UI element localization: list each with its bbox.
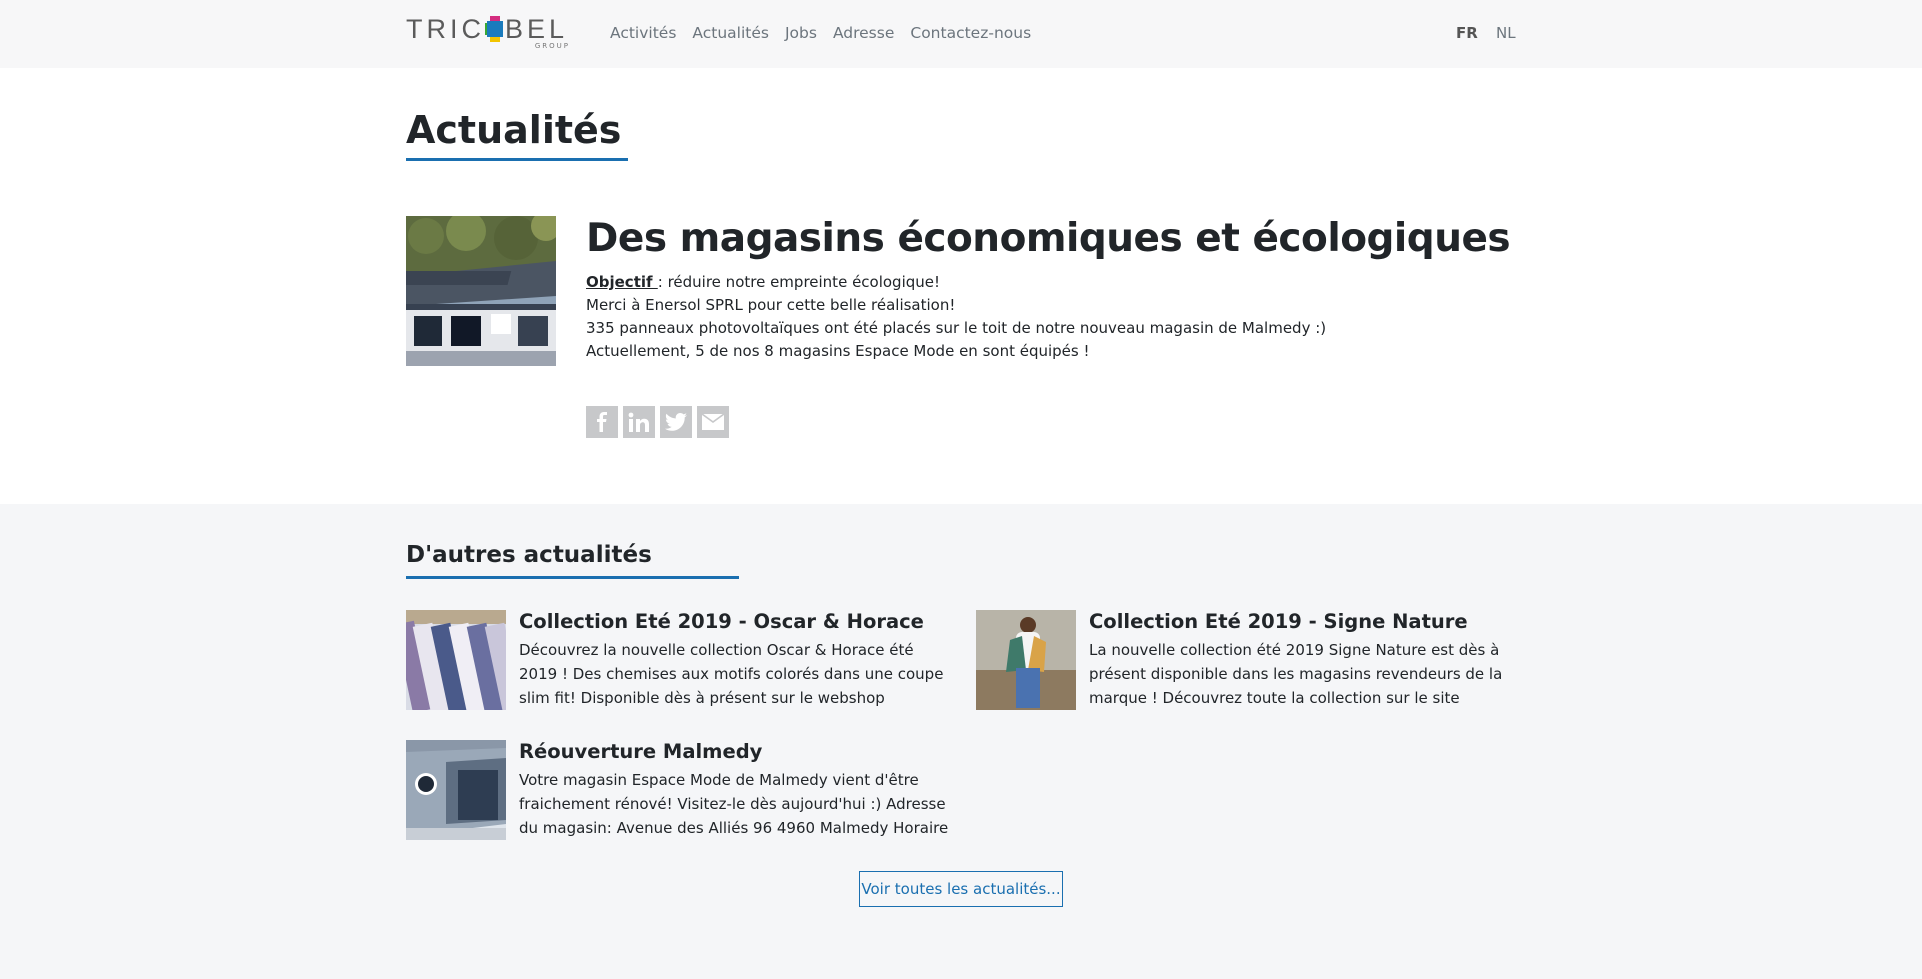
share-buttons [586, 406, 729, 438]
main-content: Actualités Des magasins économiques et é… [0, 68, 1922, 504]
news-card-text: Votre magasin Espace Mode de Malmedy vie… [519, 771, 949, 837]
main-nav: Activités Actualités Jobs Adresse Contac… [610, 24, 1031, 42]
title-underline [406, 158, 628, 161]
news-card-title[interactable]: Réouverture Malmedy [519, 740, 762, 763]
nav-adresse[interactable]: Adresse [833, 24, 894, 42]
nav-jobs[interactable]: Jobs [785, 24, 817, 42]
featured-objective-line: Objectif : réduire notre empreinte écolo… [586, 271, 1326, 294]
site-header: TRIC BEL GROUP Activités Actualités Jobs… [0, 0, 1922, 68]
logo-cube-icon [487, 21, 503, 37]
logo-text-right: BEL [505, 13, 569, 44]
logo-text-left: TRIC [406, 13, 485, 44]
nav-activites[interactable]: Activités [610, 24, 676, 42]
page-title: Actualités [406, 108, 622, 152]
featured-title[interactable]: Des magasins économiques et écologiques [586, 216, 1511, 261]
nav-contact[interactable]: Contactez-nous [910, 24, 1031, 42]
news-card[interactable]: Collection Eté 2019 - Oscar & Horace Déc… [406, 610, 966, 710]
news-card-title[interactable]: Collection Eté 2019 - Oscar & Horace [519, 610, 924, 633]
mail-icon[interactable] [697, 406, 729, 438]
nav-actualites[interactable]: Actualités [692, 24, 769, 42]
news-card-text: La nouvelle collection été 2019 Signe Na… [1089, 641, 1503, 707]
news-thumb-woman [976, 610, 1076, 710]
news-card-title[interactable]: Collection Eté 2019 - Signe Nature [1089, 610, 1468, 633]
news-card[interactable]: Réouverture Malmedy Votre magasin Espace… [406, 740, 966, 840]
news-thumb-store [406, 740, 506, 840]
view-all-news-button[interactable]: Voir toutes les actualités... [859, 871, 1063, 907]
linkedin-icon[interactable] [623, 406, 655, 438]
logo-subtext: GROUP [534, 42, 570, 50]
other-news-underline [406, 576, 739, 579]
news-card-text: Découvrez la nouvelle collection Oscar &… [519, 641, 944, 707]
featured-image [406, 216, 556, 366]
featured-line: Merci à Enersol SPRL pour cette belle ré… [586, 296, 956, 314]
tricobel-logo[interactable]: TRIC BEL GROUP [406, 14, 572, 54]
featured-line: Actuellement, 5 de nos 8 magasins Espace… [586, 342, 1090, 360]
news-card[interactable]: Collection Eté 2019 - Signe Nature La no… [976, 610, 1536, 710]
lang-fr[interactable]: FR [1456, 24, 1478, 42]
other-news-section: D'autres actualités Collection Eté 2019 … [0, 504, 1922, 979]
other-news-title: D'autres actualités [406, 542, 652, 568]
featured-line: 335 panneaux photovoltaïques ont été pla… [586, 319, 1327, 337]
lang-nl[interactable]: NL [1496, 24, 1516, 42]
featured-body: Objectif : réduire notre empreinte écolo… [586, 271, 1326, 363]
facebook-icon[interactable] [586, 406, 618, 438]
news-thumb-shirts [406, 610, 506, 710]
objective-text: : réduire notre empreinte écologique! [657, 273, 941, 291]
twitter-icon[interactable] [660, 406, 692, 438]
objective-label: Objectif [586, 273, 658, 291]
